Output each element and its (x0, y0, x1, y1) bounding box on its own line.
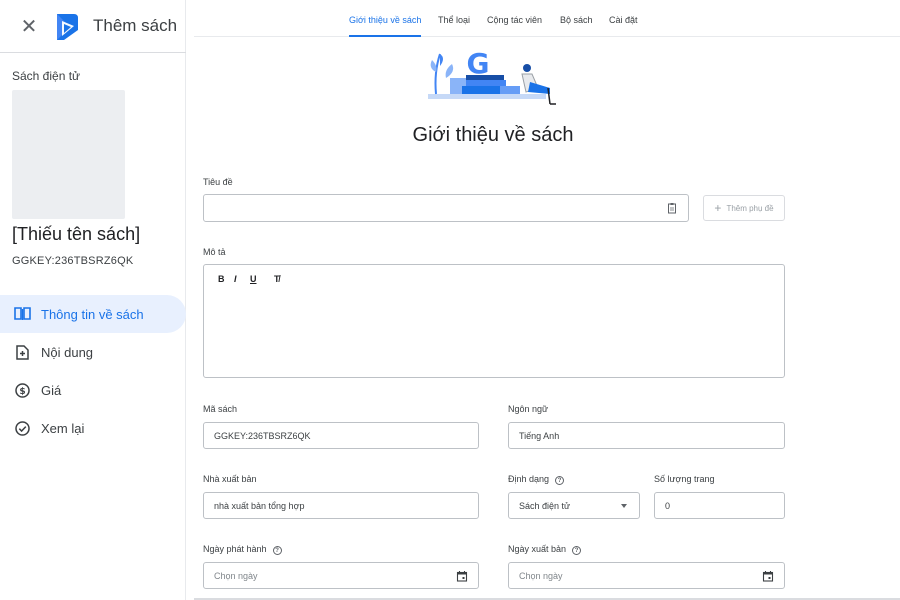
italic-button[interactable]: I (234, 274, 237, 284)
publish-date-placeholder: Chọn ngày (519, 570, 563, 581)
sidebar-item-label: Xem lại (41, 420, 85, 436)
tab-bar: Giới thiệu về sách Thể loại Cộng tác viê… (194, 0, 900, 37)
sidebar-header: ✕ Thêm sách (0, 0, 186, 53)
calendar-icon[interactable] (762, 570, 774, 582)
page-count-value: 0 (665, 500, 671, 511)
description-label: Mô tả (203, 247, 226, 257)
sidebar: ✕ Thêm sách Sách điện tử [Thiếu tên sách… (0, 0, 186, 600)
help-icon[interactable]: ? (555, 476, 565, 485)
format-label-row: Định dạng? (508, 474, 565, 485)
svg-text:G: G (467, 47, 490, 80)
sidebar-item-content[interactable]: Nội dung (0, 333, 186, 371)
book-cover-placeholder (12, 90, 125, 219)
page-count-label: Số lượng trang (654, 474, 715, 484)
sidebar-item-label: Giá (41, 382, 62, 398)
language-value: Tiếng Anh (519, 430, 560, 441)
add-subtitle-button[interactable]: + Thêm phụ đề (703, 195, 785, 221)
calendar-icon[interactable] (456, 570, 468, 582)
add-subtitle-label: Thêm phụ đề (726, 203, 774, 213)
release-date-label: Ngày phát hành (203, 544, 267, 554)
format-label: Định dạng (508, 474, 550, 484)
publish-date-input[interactable]: Chọn ngày (508, 562, 785, 589)
sidebar-item-price[interactable]: $ Giá (0, 371, 186, 409)
page-count-input[interactable]: 0 (654, 492, 785, 519)
close-icon[interactable]: ✕ (18, 16, 40, 38)
underline-button[interactable]: U (250, 274, 257, 284)
section-label: Sách điện tử (12, 69, 81, 83)
book-name: [Thiếu tên sách] (12, 224, 141, 244)
google-play-books-logo-icon (57, 14, 78, 40)
publisher-input[interactable]: nhà xuất bản tổng hợp (203, 492, 479, 519)
tab-series[interactable]: Bộ sách (560, 0, 593, 37)
format-select[interactable]: Sách điện tử (508, 492, 640, 519)
plus-icon: + (714, 201, 722, 215)
description-editor[interactable]: B I U T̸ (203, 264, 785, 378)
book-code-label: Mã sách (203, 404, 238, 414)
language-label: Ngôn ngữ (508, 404, 549, 414)
add-file-icon (13, 343, 31, 361)
tab-settings[interactable]: Cài đặt (609, 0, 638, 37)
tab-contributors[interactable]: Cộng tác viên (487, 0, 542, 37)
release-date-placeholder: Chọn ngày (214, 570, 258, 581)
publisher-label: Nhà xuất bản (203, 474, 257, 484)
format-value: Sách điện tử (519, 500, 571, 511)
page-title: Giới thiệu về sách (412, 124, 574, 146)
title-label: Tiêu đề (203, 177, 233, 187)
sidebar-item-label: Nội dung (41, 344, 94, 360)
help-icon[interactable]: ? (572, 546, 582, 555)
clipboard-icon[interactable] (666, 202, 678, 214)
publish-date-label: Ngày xuất bản (508, 544, 567, 554)
sidebar-item-book-info[interactable]: Thông tin về sách (0, 295, 186, 333)
check-circle-icon (13, 419, 31, 437)
book-code-input[interactable]: GGKEY:236TBSRZ6QK (203, 422, 479, 449)
dollar-icon: $ (13, 381, 31, 399)
tab-genre[interactable]: Thể loại (438, 0, 470, 37)
book-info-icon (13, 305, 31, 323)
book-code-value: GGKEY:236TBSRZ6QK (214, 430, 311, 441)
release-date-input[interactable]: Chọn ngày (203, 562, 479, 589)
book-key: GGKEY:236TBSRZ6QK (12, 255, 134, 267)
header-illustration: G (428, 47, 556, 105)
tab-book-intro[interactable]: Giới thiệu về sách (349, 0, 422, 37)
svg-text:$: $ (19, 387, 25, 397)
help-icon[interactable]: ? (272, 546, 282, 555)
publish-date-label-row: Ngày xuất bản? (508, 544, 582, 555)
sidebar-item-label: Thông tin về sách (41, 306, 144, 322)
sidebar-item-review[interactable]: Xem lại (0, 409, 186, 447)
publisher-value: nhà xuất bản tổng hợp (214, 500, 305, 511)
language-input[interactable]: Tiếng Anh (508, 422, 785, 449)
chevron-down-icon (621, 503, 627, 508)
title-input[interactable] (203, 194, 689, 222)
sidebar-title: Thêm sách (93, 16, 178, 35)
clear-format-button[interactable]: T̸ (274, 274, 280, 284)
release-date-label-row: Ngày phát hành? (203, 544, 282, 555)
bold-button[interactable]: B (218, 274, 225, 284)
